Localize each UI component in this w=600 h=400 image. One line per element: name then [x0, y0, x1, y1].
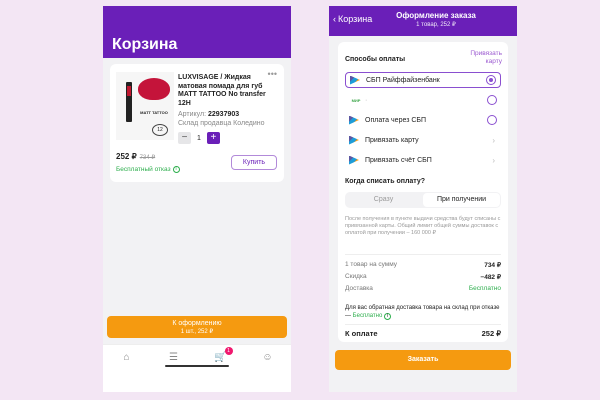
home-icon[interactable]: ⌂	[120, 351, 134, 365]
cart-screen: Корзина MATT TATTOO 12 LUXVISAGE / Жидка…	[103, 6, 291, 392]
stock-location: Склад продавца Коледино	[178, 120, 265, 127]
product-image[interactable]: MATT TATTOO 12	[116, 72, 174, 140]
info-icon[interactable]: i	[172, 166, 180, 173]
summary-line: 1 товар на сумму 734 ₽	[345, 261, 501, 269]
summary-label: Доставка	[345, 285, 373, 292]
back-chevron-icon: ‹	[333, 14, 336, 24]
total-value: 252 ₽	[481, 329, 501, 338]
mir-logo-icon: МИР	[351, 97, 361, 103]
sbp-logo-icon	[349, 155, 359, 165]
payment-option[interactable]: Привязать счёт СБП ›	[345, 152, 501, 168]
payment-label: СБП Райффайзенбанк	[366, 76, 440, 84]
back-button[interactable]: ‹ Корзина	[333, 14, 372, 24]
tab-bar: ⌂ ☰ 🛒 1 ☺	[103, 344, 291, 370]
page-title: Корзина	[112, 36, 178, 53]
cart-header: Корзина	[103, 6, 291, 58]
quantity-value: 1	[197, 134, 201, 142]
payment-label: Оплата через СБП	[365, 116, 427, 124]
sbp-logo-icon	[349, 135, 359, 145]
current-price: 252 ₽	[116, 152, 137, 161]
product-name[interactable]: LUXVISAGE / Жидкая матовая помада для гу…	[178, 74, 268, 108]
lipstick-tube	[126, 82, 132, 122]
status-bar	[103, 6, 291, 28]
payment-option[interactable]: Привязать карту ›	[345, 132, 501, 148]
free-return-label: Бесплатный отказ	[116, 166, 171, 173]
sbp-logo-icon	[350, 75, 360, 85]
sbp-logo-icon	[349, 115, 359, 125]
price: 252 ₽734 ₽	[116, 152, 155, 161]
payment-title: Способы оплаты	[345, 56, 406, 63]
cart-item-card: MATT TATTOO 12 LUXVISAGE / Жидкая матова…	[110, 64, 284, 182]
bind-card-link[interactable]: Привязать карту	[460, 50, 502, 66]
divider	[345, 324, 501, 325]
back-label: Корзина	[338, 14, 373, 24]
summary-value: 734 ₽	[484, 262, 501, 269]
home-indicator	[165, 365, 229, 367]
catalog-icon[interactable]: ☰	[167, 351, 181, 365]
summary-value: Бесплатно	[468, 285, 501, 292]
payment-note: После получения в пункте выдачи средства…	[345, 216, 501, 236]
radio[interactable]	[487, 95, 497, 105]
page-subtitle: 1 товар, 252 ₽	[416, 22, 456, 28]
total-row: К оплате 252 ₽	[345, 329, 501, 338]
old-price: 734 ₽	[139, 155, 156, 161]
summary-label: 1 товар на сумму	[345, 261, 398, 268]
when-title: Когда списать оплату?	[345, 178, 426, 185]
info-icon[interactable]: i	[383, 313, 391, 320]
checkout-label: К оформлению	[172, 320, 222, 327]
thumb-brand: MATT TATTOO	[140, 110, 168, 115]
buy-button[interactable]: Купить	[231, 155, 277, 170]
increase-button[interactable]: +	[206, 132, 220, 144]
payment-label: ·	[365, 96, 368, 104]
summary-label: Скидка	[345, 273, 367, 280]
payment-option[interactable]: МИР ·	[345, 92, 501, 108]
divider	[345, 254, 501, 255]
free-return[interactable]: Бесплатный отказ i	[116, 166, 180, 173]
payment-time-toggle: Сразу При получении	[345, 192, 501, 208]
checkout-header: ‹ Корзина Оформление заказа 1 товар, 252 …	[329, 6, 517, 36]
more-icon[interactable]: •••	[268, 69, 277, 79]
checkout-card: Способы оплаты Привязать карту СБП Райфф…	[338, 42, 508, 342]
summary-value: −482 ₽	[480, 274, 501, 281]
payment-option[interactable]: Оплата через СБП	[345, 112, 501, 128]
cart-body: MATT TATTOO 12 LUXVISAGE / Жидкая матова…	[103, 58, 291, 370]
payment-label: Привязать карту	[365, 136, 419, 144]
summary-line: Доставка Бесплатно	[345, 285, 501, 292]
lips-graphic	[138, 78, 170, 100]
radio-selected[interactable]	[486, 75, 496, 85]
checkout-sub: 1 шт., 252 ₽	[180, 329, 214, 335]
toggle-option-now[interactable]: Сразу	[345, 192, 422, 208]
place-order-button[interactable]: Заказать	[335, 350, 511, 370]
summary-line: Скидка −482 ₽	[345, 273, 501, 281]
return-note: Для вас обратная доставка товара на скла…	[345, 304, 501, 320]
cart-icon[interactable]: 🛒 1	[214, 346, 233, 365]
thumb-badge: 12	[152, 124, 168, 136]
decrease-button[interactable]: −	[178, 132, 191, 144]
payment-label: Привязать счёт СБП	[365, 156, 432, 164]
page-title: Оформление заказа	[396, 11, 476, 20]
article: Артикул: 22937903	[178, 111, 239, 118]
chevron-right-icon: ›	[492, 135, 495, 145]
payment-option[interactable]: СБП Райффайзенбанк	[345, 72, 501, 88]
article-label: Артикул:	[178, 111, 207, 118]
quantity-stepper: − 1 +	[178, 132, 220, 144]
checkout-button[interactable]: К оформлению 1 шт., 252 ₽	[107, 316, 287, 338]
radio[interactable]	[487, 115, 497, 125]
return-free: Бесплатно	[352, 313, 383, 319]
toggle-option-on-receipt[interactable]: При получении	[423, 193, 500, 207]
total-label: К оплате	[345, 329, 378, 338]
profile-icon[interactable]: ☺	[261, 351, 275, 365]
checkout-screen: ‹ Корзина Оформление заказа 1 товар, 252 …	[329, 6, 517, 392]
chevron-right-icon: ›	[492, 155, 495, 165]
article-value: 22937903	[208, 111, 240, 118]
cart-count-badge: 1	[224, 346, 233, 355]
